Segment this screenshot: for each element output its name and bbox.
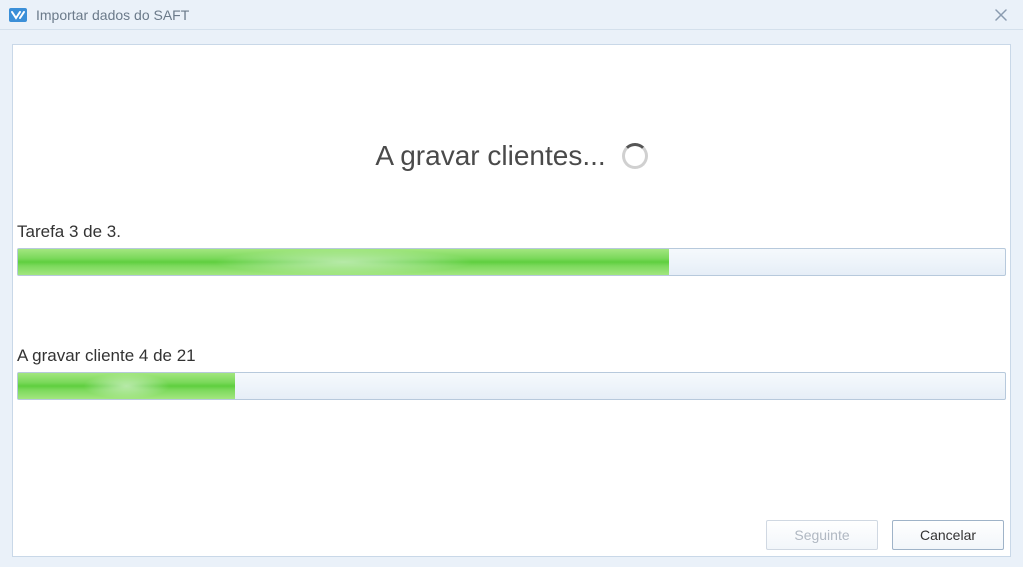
window-title: Importar dados do SAFT: [36, 7, 987, 23]
status-row: A gravar clientes...: [13, 140, 1010, 172]
cancel-button[interactable]: Cancelar: [892, 520, 1004, 550]
content-area: A gravar clientes... Tarefa 3 de 3. A gr…: [0, 30, 1023, 567]
subtask-progress-track: [17, 372, 1006, 400]
spinner-icon: [622, 143, 648, 169]
task-label: Tarefa 3 de 3.: [17, 222, 1006, 242]
subtask-section: A gravar cliente 4 de 21: [13, 346, 1010, 400]
titlebar: Importar dados do SAFT: [0, 0, 1023, 30]
status-message: A gravar clientes...: [375, 140, 605, 172]
task-progress-fill: [18, 249, 669, 275]
subtask-progress-fill: [18, 373, 235, 399]
task-progress-track: [17, 248, 1006, 276]
main-panel: A gravar clientes... Tarefa 3 de 3. A gr…: [12, 44, 1011, 557]
close-icon[interactable]: [987, 1, 1015, 29]
subtask-label: A gravar cliente 4 de 21: [17, 346, 1006, 366]
app-icon: [8, 5, 28, 25]
next-button[interactable]: Seguinte: [766, 520, 878, 550]
button-row: Seguinte Cancelar: [13, 514, 1010, 556]
task-section: Tarefa 3 de 3.: [13, 222, 1010, 276]
